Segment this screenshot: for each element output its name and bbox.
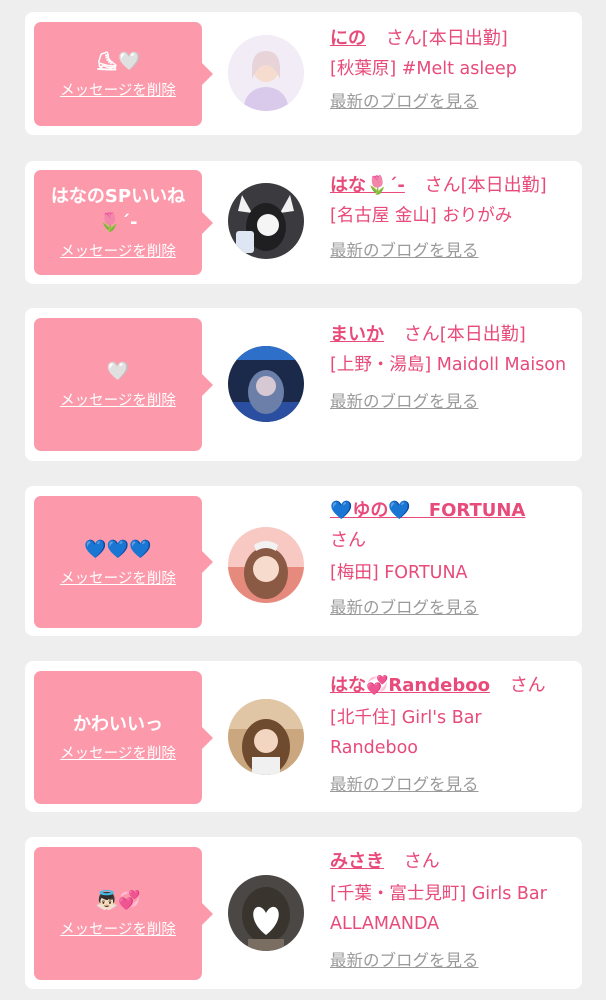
shop-name: [梅田] FORTUNA — [330, 563, 468, 583]
cast-name-link[interactable]: まいか — [330, 324, 384, 345]
work-status: [本日出勤] — [421, 28, 508, 49]
card-info: はな🌷´- さん[本日出勤] [名古屋 金山] おりがみ 最新のブログを見る — [330, 171, 575, 263]
card-info: はな💞Randeboo さん [北千住] Girl's Bar Randeboo… — [330, 671, 575, 797]
cast-name-link[interactable]: にの — [330, 28, 366, 49]
message-list: ⛸🤍 メッセージを削除 にの さん[本日出勤] [秋葉原] #Melt asle… — [0, 0, 606, 1000]
latest-blog-link[interactable]: 最新のブログを見る — [330, 949, 479, 973]
message-bubble: ⛸🤍 メッセージを削除 — [34, 22, 213, 126]
message-card: 💙💙💙 メッセージを削除 💙ゆの💙 FORTUNA さん [梅田] FORTUN… — [25, 486, 582, 636]
message-card: 👼🏻💞 メッセージを削除 みさき さん [千葉・富士見町] Girls Bar … — [25, 837, 582, 989]
work-status: [本日出勤] — [460, 175, 547, 196]
message-card: はなのSPいいね 🌷´- メッセージを削除 はな🌷´- さん[本日出勤] [名古… — [25, 161, 582, 284]
avatar[interactable] — [228, 183, 304, 259]
message-text: 👼🏻💞 — [95, 890, 141, 911]
work-status: [本日出勤] — [439, 324, 526, 345]
cast-name-link[interactable]: 💙ゆの💙 FORTUNA — [330, 500, 525, 521]
honorific: さん — [330, 530, 366, 551]
message-text: 🤍 — [106, 361, 130, 382]
message-bubble: 💙💙💙 メッセージを削除 — [34, 496, 213, 628]
avatar-photo — [228, 346, 304, 422]
card-info: まいか さん[本日出勤] [上野・湯島] Maidoll Maison 最新のブ… — [330, 320, 575, 414]
card-info: みさき さん [千葉・富士見町] Girls Bar ALLAMANDA 最新の… — [330, 847, 575, 973]
card-info: にの さん[本日出勤] [秋葉原] #Melt asleep 最新のブログを見る — [330, 24, 575, 114]
shop-name: [北千住] Girl's Bar Randeboo — [330, 708, 482, 758]
delete-message-link[interactable]: メッセージを削除 — [60, 567, 176, 588]
avatar-photo — [228, 875, 304, 951]
message-bubble: 👼🏻💞 メッセージを削除 — [34, 847, 213, 980]
avatar[interactable] — [228, 875, 304, 951]
message-text: 💙💙💙 — [84, 538, 152, 560]
message-card: かわいいっ メッセージを削除 はな💞Randeboo さん [北千住] Girl… — [25, 661, 582, 812]
delete-message-link[interactable]: メッセージを削除 — [60, 389, 176, 410]
message-card: 🤍 メッセージを削除 まいか さん[本日出勤] [上野・湯島] Maidoll … — [25, 308, 582, 461]
card-info: 💙ゆの💙 FORTUNA さん [梅田] FORTUNA 最新のブログを見る — [330, 496, 575, 620]
delete-message-link[interactable]: メッセージを削除 — [60, 918, 176, 939]
shop-name: [秋葉原] #Melt asleep — [330, 59, 517, 79]
cast-name-link[interactable]: はな💞Randeboo — [330, 675, 490, 696]
avatar[interactable] — [228, 527, 304, 603]
avatar[interactable] — [228, 346, 304, 422]
cast-name-link[interactable]: みさき — [330, 851, 384, 872]
honorific: さん — [403, 324, 440, 345]
honorific: さん — [424, 175, 461, 196]
avatar[interactable] — [228, 699, 304, 775]
honorific: さん — [385, 28, 422, 49]
latest-blog-link[interactable]: 最新のブログを見る — [330, 90, 479, 114]
avatar-photo — [228, 527, 304, 603]
latest-blog-link[interactable]: 最新のブログを見る — [330, 773, 479, 797]
message-card: ⛸🤍 メッセージを削除 にの さん[本日出勤] [秋葉原] #Melt asle… — [25, 12, 582, 135]
avatar[interactable] — [228, 35, 304, 111]
message-bubble: はなのSPいいね 🌷´- メッセージを削除 — [34, 170, 213, 275]
delete-message-link[interactable]: メッセージを削除 — [60, 240, 176, 261]
honorific: さん — [403, 851, 440, 872]
latest-blog-link[interactable]: 最新のブログを見る — [330, 390, 479, 414]
message-bubble: かわいいっ メッセージを削除 — [34, 671, 213, 804]
shop-name: [上野・湯島] Maidoll Maison — [330, 355, 567, 375]
delete-message-link[interactable]: メッセージを削除 — [60, 742, 176, 763]
honorific: さん — [509, 675, 546, 696]
avatar-photo — [228, 699, 304, 775]
shop-name: [名古屋 金山] おりがみ — [330, 206, 513, 226]
shop-name: [千葉・富士見町] Girls Bar ALLAMANDA — [330, 884, 547, 934]
message-text: はなのSPいいね 🌷´- — [50, 186, 186, 233]
latest-blog-link[interactable]: 最新のブログを見る — [330, 239, 479, 263]
message-bubble: 🤍 メッセージを削除 — [34, 318, 213, 451]
avatar-photo — [228, 35, 304, 111]
avatar-photo — [228, 183, 304, 259]
latest-blog-link[interactable]: 最新のブログを見る — [330, 596, 479, 620]
delete-message-link[interactable]: メッセージを削除 — [60, 79, 176, 100]
message-text: かわいいっ — [73, 714, 163, 735]
message-text: ⛸🤍 — [95, 50, 141, 72]
cast-name-link[interactable]: はな🌷´- — [330, 175, 405, 196]
